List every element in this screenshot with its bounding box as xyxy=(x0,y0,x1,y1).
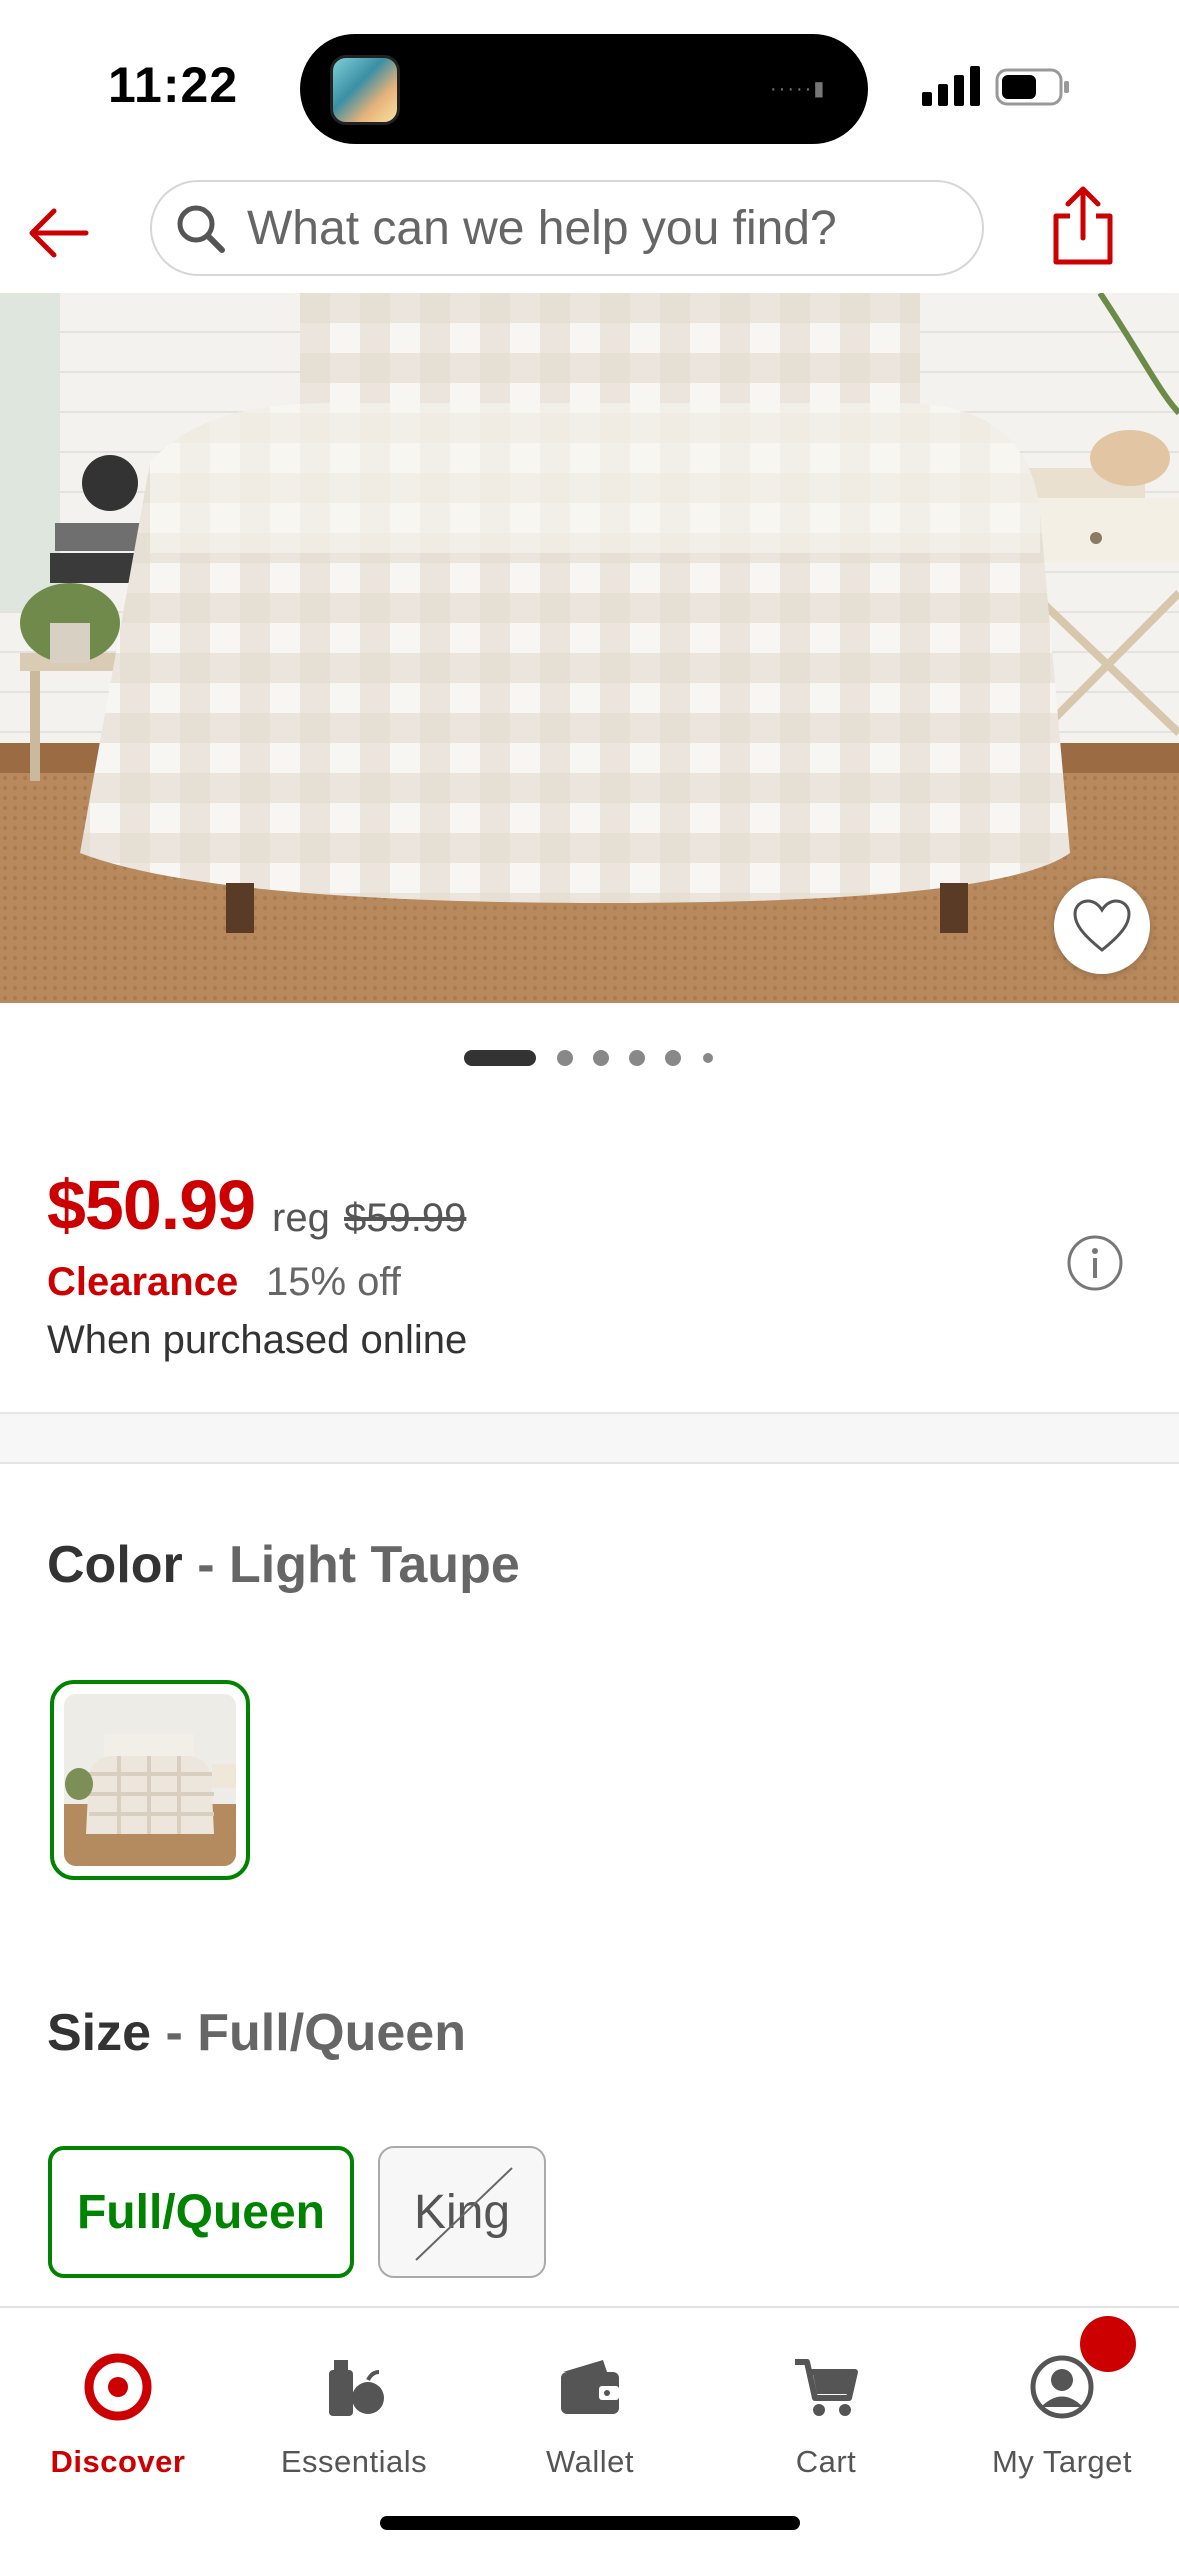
clearance-label: Clearance xyxy=(47,1260,239,1304)
tab-cart[interactable]: Cart xyxy=(708,2328,944,2488)
search-input[interactable] xyxy=(247,182,967,274)
discount-percent: 15% off xyxy=(266,1260,401,1304)
favorite-button[interactable] xyxy=(1054,878,1150,974)
regular-price: $59.99 xyxy=(344,1196,467,1240)
tab-wallet[interactable]: Wallet xyxy=(472,2328,708,2488)
battery-icon xyxy=(995,68,1069,106)
heart-icon xyxy=(1073,899,1131,952)
status-time: 11:22 xyxy=(108,57,239,113)
tab-discover[interactable]: Discover xyxy=(0,2328,236,2488)
audio-wave-icon: ·····▮ xyxy=(770,78,827,100)
info-icon[interactable] xyxy=(1066,1234,1124,1292)
size-heading: Size - Full/Queen xyxy=(47,2003,466,2063)
tab-label: Cart xyxy=(795,2444,857,2479)
search-bar[interactable] xyxy=(150,180,984,276)
color-label: Color xyxy=(47,1536,183,1594)
home-indicator[interactable] xyxy=(380,2516,800,2530)
tab-label: Essentials xyxy=(280,2444,428,2479)
size-label: Size xyxy=(47,2004,152,2062)
pagination-dot-active[interactable] xyxy=(464,1050,536,1066)
wallet-icon xyxy=(561,2360,619,2414)
target-bullseye-icon xyxy=(84,2353,152,2421)
tab-my-target[interactable]: My Target xyxy=(944,2328,1179,2488)
tab-label: My Target xyxy=(991,2444,1133,2479)
cellular-signal-icon xyxy=(922,66,980,106)
regular-price-label: reg xyxy=(272,1196,330,1240)
now-playing-app-icon xyxy=(330,55,400,125)
purchase-note: When purchased online xyxy=(47,1318,468,1362)
size-value: Full/Queen xyxy=(197,2004,466,2062)
tab-label: Discover xyxy=(50,2444,186,2479)
color-swatch-light-taupe[interactable] xyxy=(50,1680,250,1880)
unavailable-strike-icon xyxy=(415,2167,513,2261)
share-icon[interactable] xyxy=(1050,184,1116,266)
essentials-icon xyxy=(329,2360,384,2416)
search-header xyxy=(0,170,1179,295)
image-pagination xyxy=(0,1046,1179,1070)
dynamic-island: ·····▮ xyxy=(300,34,868,144)
color-value: Light Taupe xyxy=(228,1536,520,1594)
sale-price: $50.99 xyxy=(47,1166,256,1244)
pagination-dot[interactable] xyxy=(703,1053,713,1063)
size-option-king-unavailable[interactable]: King xyxy=(378,2146,546,2278)
color-heading: Color - Light Taupe xyxy=(47,1535,520,1595)
size-separator: - xyxy=(151,2004,198,2062)
status-bar: 11:22 ·····▮ xyxy=(0,0,1179,170)
pagination-dot[interactable] xyxy=(593,1050,609,1066)
tab-essentials[interactable]: Essentials xyxy=(236,2328,472,2488)
back-arrow-icon[interactable] xyxy=(24,198,94,268)
search-icon xyxy=(177,205,225,253)
product-image-carousel[interactable] xyxy=(0,293,1179,1003)
product-image xyxy=(0,293,1179,1003)
swatch-thumbnail xyxy=(64,1694,236,1866)
cart-icon xyxy=(795,2359,858,2416)
color-separator: - xyxy=(182,1536,229,1594)
size-option-full-queen[interactable]: Full/Queen xyxy=(48,2146,354,2278)
notification-badge xyxy=(1080,2316,1136,2372)
section-divider xyxy=(0,1412,1179,1464)
pagination-dot[interactable] xyxy=(557,1050,573,1066)
tab-label: Wallet xyxy=(546,2444,634,2479)
pagination-dot[interactable] xyxy=(629,1050,645,1066)
pagination-dot[interactable] xyxy=(665,1050,681,1066)
